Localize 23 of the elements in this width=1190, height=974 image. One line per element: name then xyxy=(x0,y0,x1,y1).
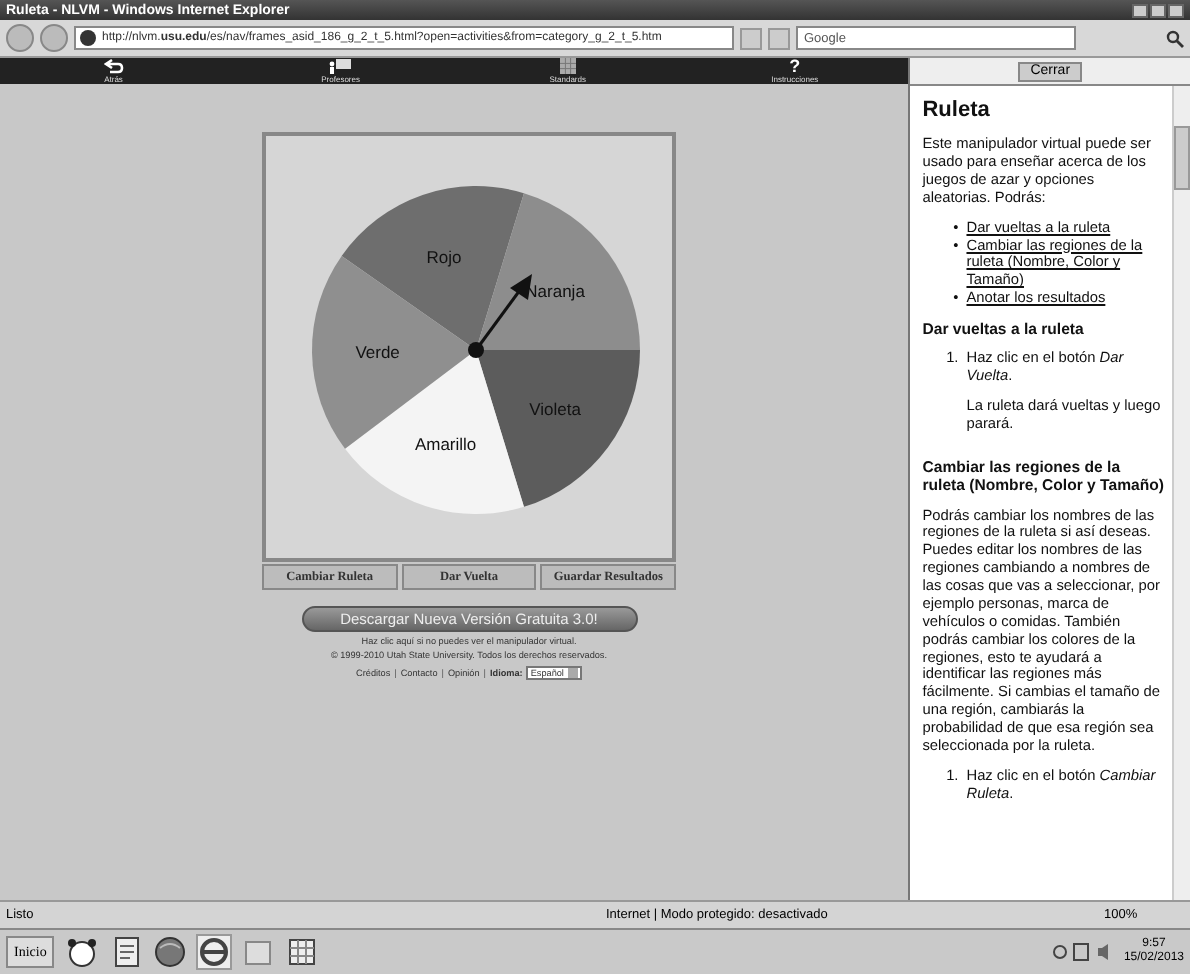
close-button[interactable] xyxy=(1168,3,1184,17)
sector-label: Rojo xyxy=(425,245,461,266)
spreadsheet-icon[interactable] xyxy=(286,936,319,968)
back-arrow-icon xyxy=(103,58,124,74)
search-icon[interactable] xyxy=(1166,29,1184,47)
sector-label: Verde xyxy=(354,340,399,361)
round-face-icon[interactable] xyxy=(66,936,99,968)
browser-icon[interactable] xyxy=(198,936,231,968)
globe-icon[interactable] xyxy=(154,936,187,968)
help-glyph: ? xyxy=(789,58,801,74)
maximize-button[interactable] xyxy=(1150,3,1166,17)
sector-label: Violeta xyxy=(528,397,580,418)
tray-icon[interactable] xyxy=(1051,942,1112,962)
panel-title: Ruleta xyxy=(922,98,992,125)
sector-label: Amarillo xyxy=(413,432,476,453)
folder-icon[interactable] xyxy=(242,936,275,968)
scrollbar[interactable] xyxy=(1172,86,1190,900)
page-icon xyxy=(80,30,96,46)
document-icon[interactable] xyxy=(110,936,143,968)
grid-icon xyxy=(559,58,576,74)
dropdown-icon xyxy=(567,668,578,678)
spinner-needle[interactable] xyxy=(467,273,531,357)
minimize-button[interactable] xyxy=(1132,3,1148,17)
